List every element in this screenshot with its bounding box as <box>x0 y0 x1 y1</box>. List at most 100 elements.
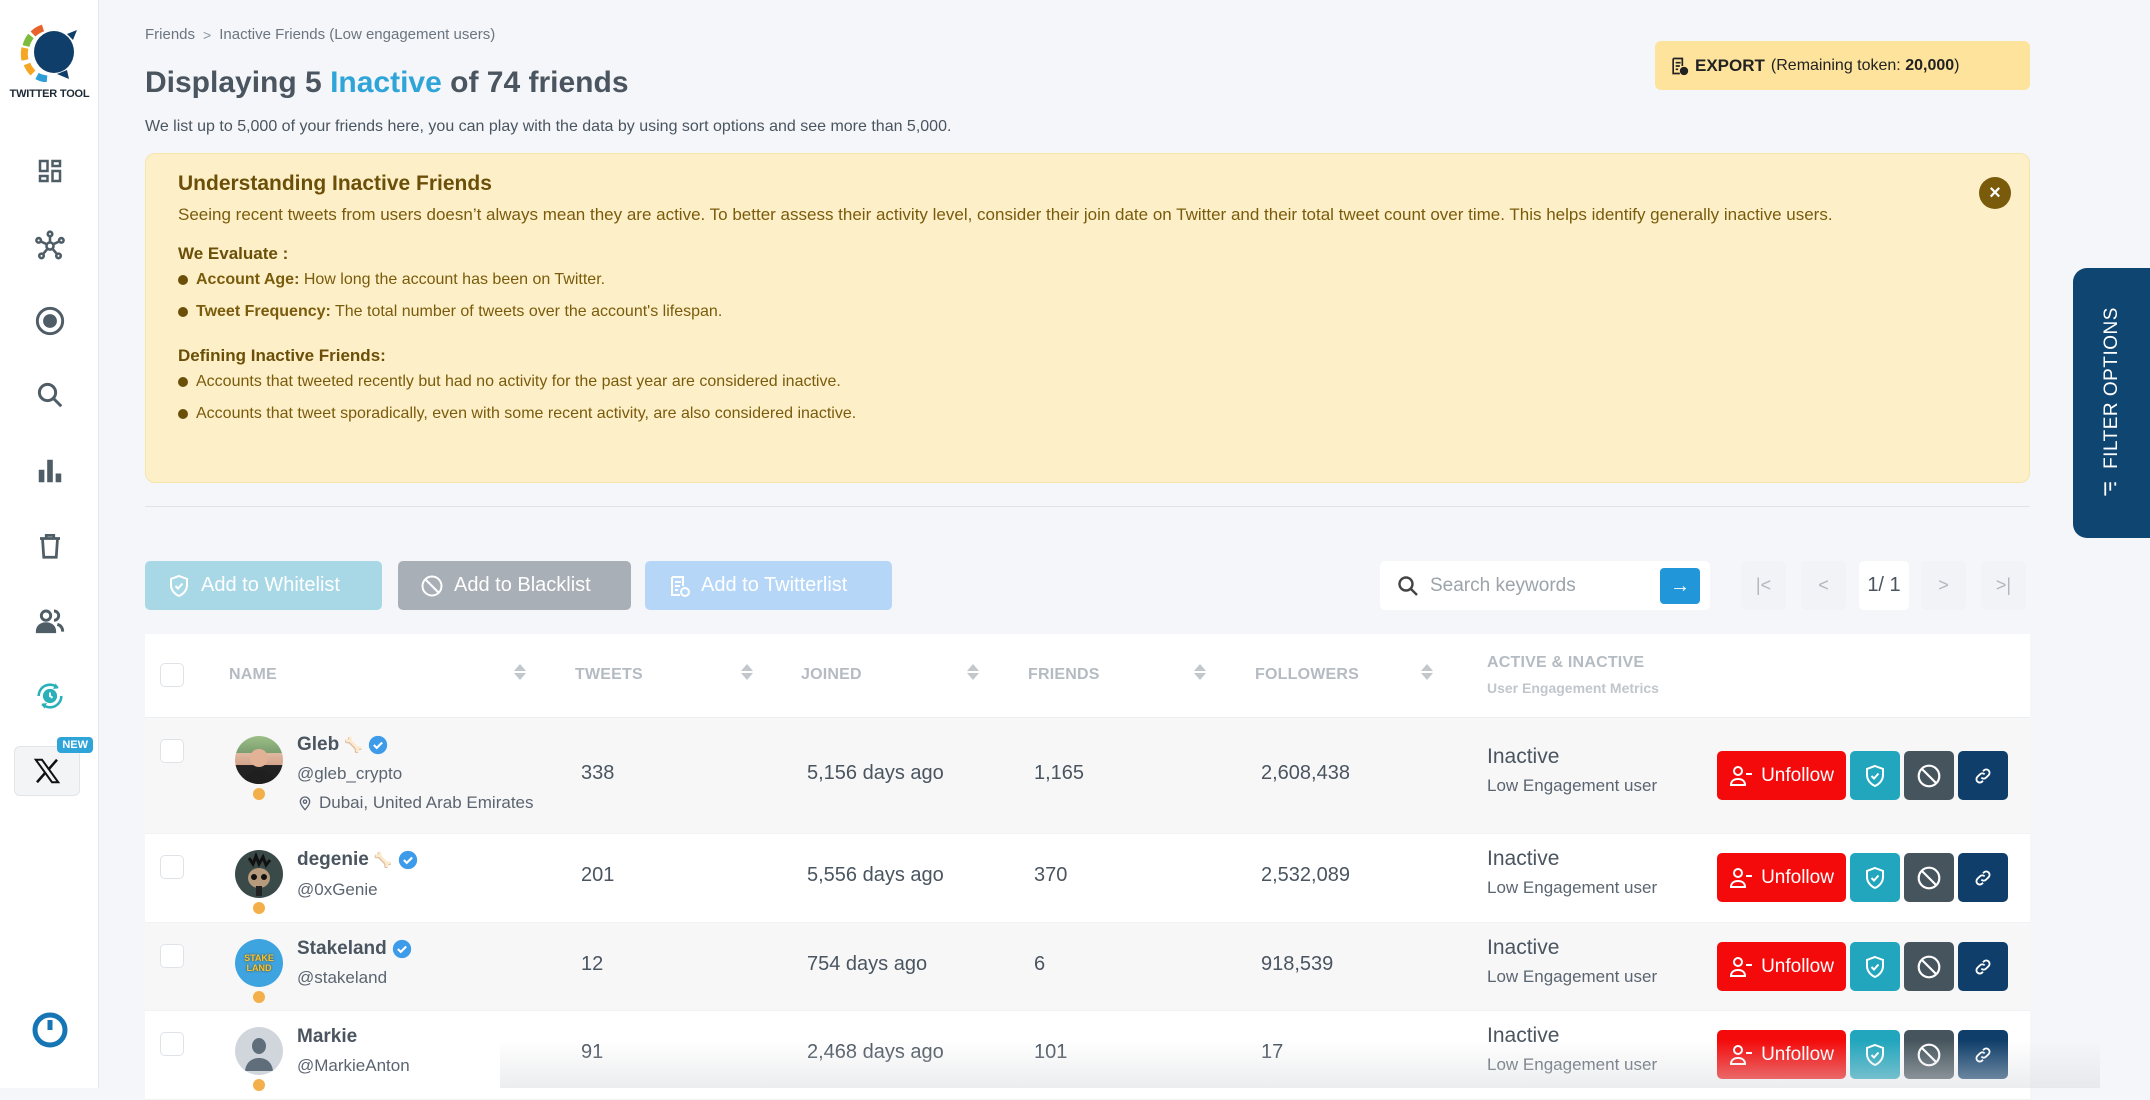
link-icon <box>1975 1047 1991 1062</box>
column-friends[interactable]: FRIENDS <box>1028 666 1100 684</box>
chevron-right-icon: > <box>1938 575 1949 595</box>
defining-list: Accounts that tweeted recently but had n… <box>178 366 1997 430</box>
user-minus-icon <box>1730 1044 1753 1065</box>
sidebar-item-x[interactable]: NEW <box>14 737 93 796</box>
sidebar-item-network[interactable] <box>0 221 99 271</box>
unfollow-label: Unfollow <box>1761 955 1834 977</box>
default-avatar-icon <box>245 1038 273 1071</box>
profile-link-button[interactable] <box>1958 751 2008 800</box>
avatar[interactable] <box>235 1027 283 1075</box>
link-icon <box>1975 768 1991 783</box>
add-to-whitelist-button[interactable]: Add to Whitelist <box>145 561 382 610</box>
add-to-blacklist-button[interactable]: Add to Blacklist <box>398 561 631 610</box>
blacklist-label: Add to Blacklist <box>454 574 591 596</box>
joined-value: 2,468 days ago <box>807 1041 944 1063</box>
search-icon <box>1398 575 1418 596</box>
sidebar-item-search[interactable] <box>0 370 99 420</box>
breadcrumb-separator: > <box>203 26 212 43</box>
user-handle[interactable]: @MarkieAnton <box>297 1056 410 1076</box>
followers-count: 2,608,438 <box>1261 762 1350 784</box>
engagement-status: Inactive <box>1487 847 1560 870</box>
profile-link-button[interactable] <box>1958 942 2008 991</box>
search-input[interactable] <box>1430 574 1650 597</box>
export-list-icon <box>1672 57 1689 75</box>
whitelist-button[interactable] <box>1850 942 1900 991</box>
blacklist-button[interactable] <box>1904 853 1954 902</box>
bone-icon: 🦴 <box>373 852 393 869</box>
user-name[interactable]: degenie 🦴 <box>297 849 418 871</box>
unfollow-button[interactable]: Unfollow <box>1717 942 1846 991</box>
column-name[interactable]: NAME <box>229 666 277 684</box>
column-tweets[interactable]: TWEETS <box>575 666 643 684</box>
blacklist-button[interactable] <box>1904 1030 1954 1079</box>
user-handle[interactable]: @0xGenie <box>297 880 378 900</box>
sidebar-item-friends[interactable] <box>0 596 99 646</box>
column-followers[interactable]: FOLLOWERS <box>1255 666 1359 684</box>
block-icon <box>1917 764 1941 787</box>
shield-check-icon <box>170 574 188 597</box>
unfollow-button[interactable]: Unfollow <box>1717 751 1846 800</box>
sort-tweets-icon[interactable] <box>740 664 754 680</box>
close-banner-button[interactable]: × <box>1979 177 2011 209</box>
user-minus-icon <box>1730 765 1753 786</box>
blacklist-button[interactable] <box>1904 942 1954 991</box>
add-to-twitterlist-button[interactable]: Add to Twitterlist <box>645 561 892 610</box>
avatar[interactable] <box>235 736 283 784</box>
app-logo[interactable]: TWITTER TOOL <box>0 24 99 100</box>
shield-check-icon <box>1866 1043 1884 1066</box>
export-button[interactable]: EXPORT (Remaining token: 20,000) <box>1655 41 2030 90</box>
column-joined[interactable]: JOINED <box>801 666 862 684</box>
tweets-count: 91 <box>581 1041 604 1063</box>
sidebar-item-scheduler[interactable] <box>0 671 99 721</box>
friends-count: 6 <box>1034 953 1046 975</box>
avatar[interactable] <box>235 850 283 898</box>
twitter-tool-logo-icon <box>20 24 77 82</box>
whitelist-button[interactable] <box>1850 1030 1900 1079</box>
evaluate-text: The total number of tweets over the acco… <box>330 303 723 320</box>
sidebar-item-target[interactable] <box>0 296 99 346</box>
bullet-icon <box>178 275 188 285</box>
user-name[interactable]: Gleb 🦴 <box>297 734 388 756</box>
sort-name-icon[interactable] <box>513 664 527 680</box>
user-name[interactable]: Stakeland <box>297 938 412 960</box>
user-handle[interactable]: @gleb_crypto <box>297 764 402 784</box>
pagination-first-button[interactable]: |< <box>1741 561 1786 610</box>
pagination-prev-button[interactable]: < <box>1801 561 1846 610</box>
unfollow-button[interactable]: Unfollow <box>1717 853 1846 902</box>
logout-button[interactable] <box>0 1010 99 1050</box>
status-dot <box>253 902 265 914</box>
sort-friends-icon[interactable] <box>1193 664 1207 680</box>
row-checkbox[interactable] <box>160 739 184 763</box>
sidebar-item-dashboard[interactable] <box>0 146 99 196</box>
pagination-last-button[interactable]: >| <box>1981 561 2026 610</box>
unfollow-button[interactable]: Unfollow <box>1717 1030 1846 1079</box>
profile-link-button[interactable] <box>1958 1030 2008 1079</box>
table-row: STAKE LAND Stakeland @stakeland 12 754 d… <box>145 923 2030 1011</box>
row-checkbox[interactable] <box>160 855 184 879</box>
whitelist-button[interactable] <box>1850 853 1900 902</box>
x-logo-icon <box>33 758 61 784</box>
filter-options-tab[interactable]: FILTER OPTIONS <box>2073 268 2150 538</box>
tweets-count: 338 <box>581 762 615 784</box>
user-name[interactable]: Markie <box>297 1026 357 1048</box>
search-submit-button[interactable]: → <box>1660 568 1700 604</box>
row-checkbox[interactable] <box>160 944 184 968</box>
breadcrumb-friends[interactable]: Friends <box>145 26 195 43</box>
pagination-current: 1/ 1 <box>1859 561 1909 610</box>
sort-joined-icon[interactable] <box>966 664 980 680</box>
user-location: Dubai, United Arab Emirates <box>297 793 534 813</box>
evaluate-text: How long the account has been on Twitter… <box>299 271 606 288</box>
sidebar-item-analytics[interactable] <box>0 446 99 496</box>
row-checkbox[interactable] <box>160 1032 184 1056</box>
link-icon <box>1975 870 1991 885</box>
blacklist-button[interactable] <box>1904 751 1954 800</box>
sidebar-item-delete[interactable] <box>0 521 99 571</box>
user-handle[interactable]: @stakeland <box>297 968 387 988</box>
select-all-checkbox[interactable] <box>160 663 184 687</box>
sort-followers-icon[interactable] <box>1420 664 1434 680</box>
bone-icon: 🦴 <box>344 737 363 754</box>
whitelist-button[interactable] <box>1850 751 1900 800</box>
profile-link-button[interactable] <box>1958 853 2008 902</box>
pagination-next-button[interactable]: > <box>1921 561 1966 610</box>
avatar[interactable]: STAKE LAND <box>235 939 283 987</box>
